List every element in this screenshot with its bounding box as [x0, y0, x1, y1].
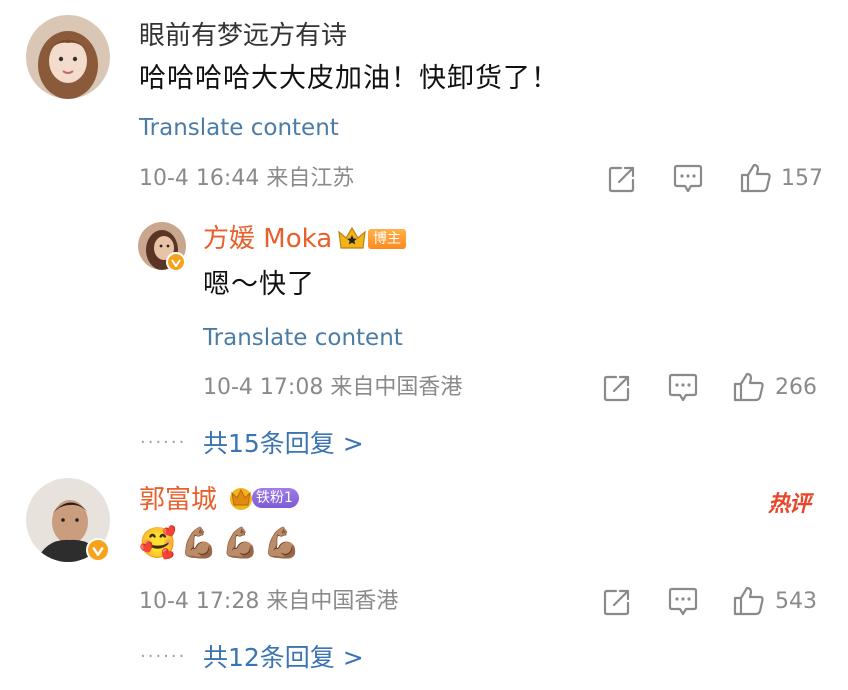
- comment-icon[interactable]: [672, 164, 704, 194]
- verified-icon: [86, 538, 110, 562]
- like-count: 543: [775, 589, 817, 614]
- comment-meta: 10-4 16:44 来自江苏: [139, 166, 355, 191]
- comment-text: 哈哈哈哈大大皮加油！快卸货了！: [139, 63, 559, 94]
- username[interactable]: 郭富城: [139, 485, 217, 515]
- comment-icon[interactable]: [667, 373, 699, 403]
- blogger-badge: 博主: [368, 229, 406, 249]
- share-icon[interactable]: [602, 587, 632, 617]
- comment-icon[interactable]: [667, 587, 699, 617]
- like-count: 157: [781, 166, 823, 191]
- translate-link[interactable]: Translate content: [139, 114, 339, 142]
- username[interactable]: 方媛 Moka: [203, 224, 332, 254]
- comment-meta: 10-4 17:28 来自中国香港: [139, 589, 399, 614]
- verified-icon: [166, 252, 186, 272]
- like-count: 266: [775, 375, 817, 400]
- share-icon[interactable]: [602, 373, 632, 403]
- more-replies-link[interactable]: 共15条回复 >: [203, 429, 364, 459]
- username[interactable]: 眼前有梦远方有诗: [139, 21, 347, 51]
- reply-text: 嗯～快了: [203, 269, 315, 300]
- avatar[interactable]: [26, 15, 110, 99]
- hot-comment-label: 热评: [768, 492, 811, 517]
- replies-dots: ······: [140, 646, 187, 667]
- reply-meta: 10-4 17:08 来自中国香港: [203, 375, 463, 400]
- thumbs-up-icon[interactable]: [732, 371, 766, 403]
- share-icon[interactable]: [607, 164, 637, 194]
- fan-badge: 铁粉1: [252, 488, 299, 508]
- thumbs-up-icon[interactable]: [739, 162, 773, 194]
- crown-icon: [338, 226, 366, 249]
- more-replies-link[interactable]: 共12条回复 >: [203, 643, 364, 673]
- comment-text: 🥰💪🏽💪🏽💪🏽: [139, 526, 305, 561]
- translate-link[interactable]: Translate content: [203, 324, 403, 352]
- thumbs-up-icon[interactable]: [732, 585, 766, 617]
- replies-dots: ······: [140, 432, 187, 453]
